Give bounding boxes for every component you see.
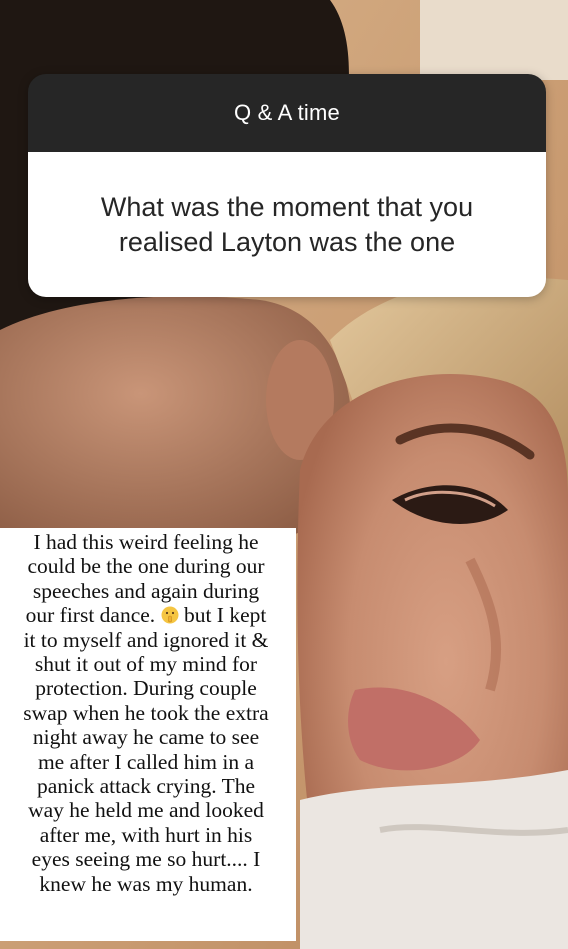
question-sticker: Q & A time What was the moment that you … <box>28 74 546 297</box>
answer-line-part: but I kept <box>183 603 267 628</box>
question-text: What was the moment that you realised La… <box>28 152 546 297</box>
answer-line: I had this weird feeling he <box>33 530 259 554</box>
answer-line: could be the one during our <box>27 554 265 579</box>
answer-line: protection. During couple <box>35 676 257 701</box>
answer-line: eyes seeing me so hurt.... I <box>31 847 261 872</box>
answer-line: knew he was my human. <box>39 871 253 896</box>
question-sticker-header: Q & A time <box>28 74 546 152</box>
answer-text-box: I had this weird feeling he could be the… <box>0 528 296 941</box>
answer-line: way he held me and looked <box>28 798 264 823</box>
answer-text: I had this weird feeling he could be the… <box>0 530 292 896</box>
answer-line-with-emoji: our first dance. but I kept <box>0 603 292 627</box>
answer-line: night away he came to see <box>32 725 260 750</box>
answer-line: swap when he took the extra <box>23 700 269 725</box>
answer-line: speeches and again during <box>32 578 260 603</box>
answer-line: it to myself and ignored it & <box>23 627 269 652</box>
answer-line-part: our first dance. <box>25 603 156 628</box>
answer-line: me after I called him in a <box>37 749 255 774</box>
answer-line: shut it out of my mind for <box>34 652 258 677</box>
shushing-face-emoji-icon <box>161 605 179 624</box>
answer-line: panick attack crying. The <box>36 774 256 799</box>
answer-line: after me, with hurt in his <box>39 822 253 847</box>
